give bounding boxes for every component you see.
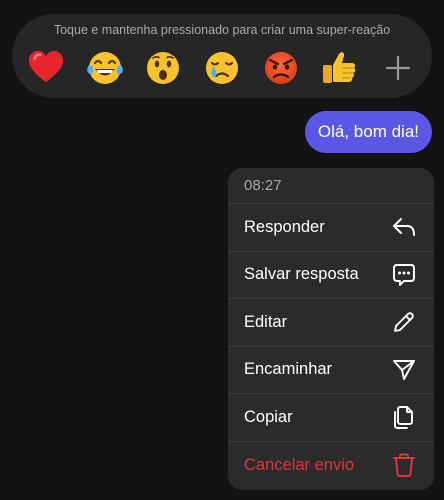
reaction-thumbs-up[interactable] bbox=[317, 46, 361, 90]
message-context-menu: 08:27 Responder Salvar resposta Editar E… bbox=[228, 168, 434, 490]
tears-of-joy-emoji-icon bbox=[86, 52, 123, 84]
menu-item-reply[interactable]: Responder bbox=[228, 204, 434, 252]
red-heart-emoji-icon bbox=[28, 50, 64, 83]
add-reaction-button[interactable] bbox=[376, 46, 420, 90]
chat-bubble-dots-icon bbox=[390, 261, 418, 289]
reaction-heart[interactable] bbox=[24, 46, 68, 90]
menu-item-label: Copiar bbox=[244, 407, 293, 426]
reaction-laugh[interactable] bbox=[83, 46, 127, 90]
trash-icon bbox=[390, 451, 418, 479]
send-icon bbox=[390, 356, 418, 384]
menu-item-save-reply[interactable]: Salvar resposta bbox=[228, 252, 434, 299]
menu-item-unsend[interactable]: Cancelar envio bbox=[228, 442, 434, 490]
crying-face-emoji-icon bbox=[205, 52, 238, 84]
reaction-bar: Toque e mantenha pressionado para criar … bbox=[12, 14, 432, 98]
menu-item-label: Editar bbox=[244, 312, 288, 331]
menu-item-edit[interactable]: Editar bbox=[228, 299, 434, 347]
reaction-crying[interactable] bbox=[200, 46, 244, 90]
pencil-icon bbox=[390, 308, 418, 336]
reply-icon bbox=[390, 213, 418, 241]
message-bubble[interactable]: Olá, bom dia! bbox=[304, 111, 432, 153]
reaction-angry[interactable] bbox=[259, 46, 303, 90]
reaction-surprised[interactable] bbox=[141, 46, 185, 90]
copy-icon bbox=[390, 403, 418, 431]
surprised-face-emoji-icon bbox=[147, 52, 180, 84]
menu-item-copy[interactable]: Copiar bbox=[228, 394, 434, 442]
menu-item-label: Encaminhar bbox=[244, 360, 333, 379]
reaction-row bbox=[24, 46, 420, 90]
message-timestamp: 08:27 bbox=[228, 168, 434, 204]
menu-item-forward[interactable]: Encaminhar bbox=[228, 347, 434, 394]
plus-icon bbox=[385, 55, 411, 81]
reaction-hint: Toque e mantenha pressionado para criar … bbox=[53, 23, 391, 37]
menu-item-label: Salvar resposta bbox=[244, 265, 359, 284]
menu-item-label: Responder bbox=[244, 217, 325, 236]
thumbs-up-emoji-icon bbox=[323, 52, 356, 83]
angry-face-emoji-icon bbox=[264, 52, 297, 84]
menu-item-label: Cancelar envio bbox=[244, 455, 355, 474]
